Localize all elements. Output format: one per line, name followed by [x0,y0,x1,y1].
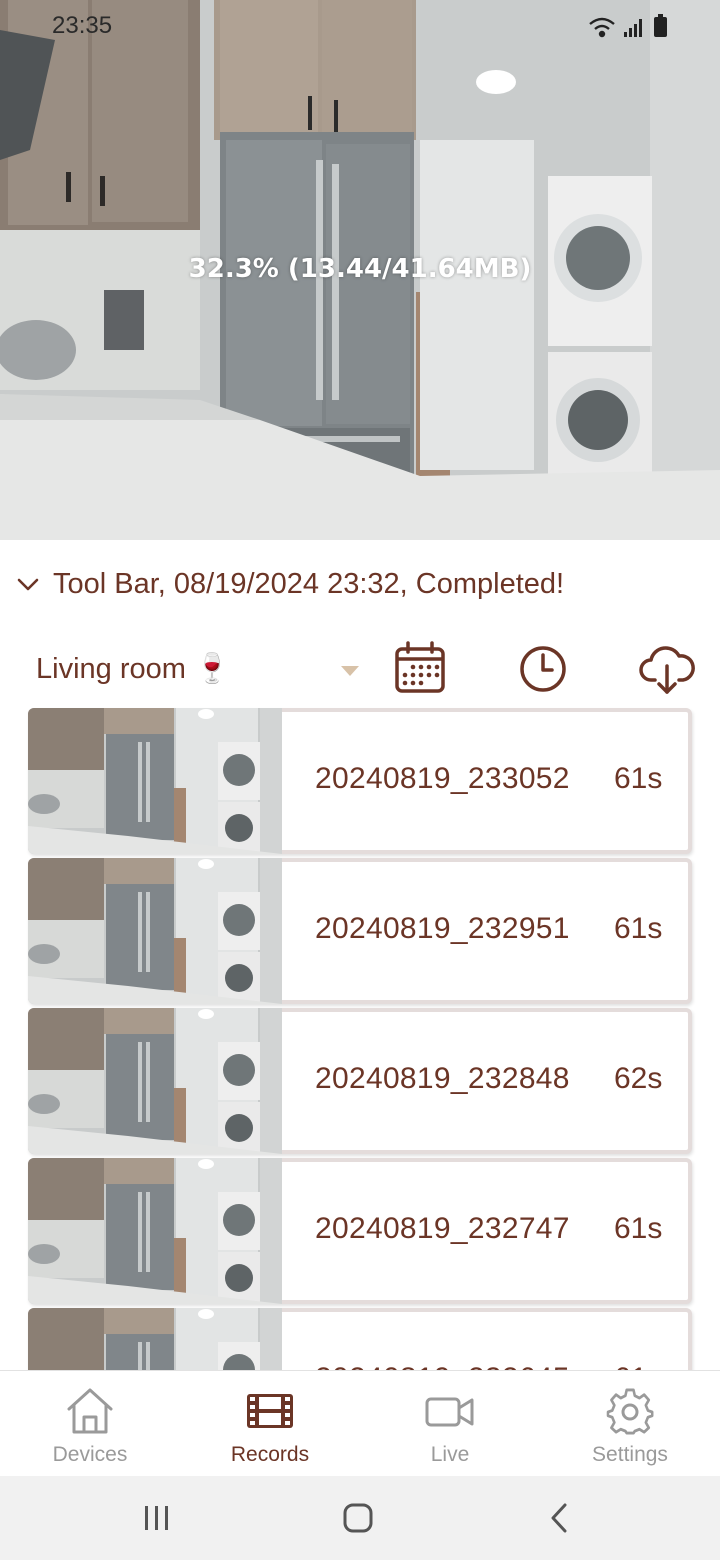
record-name: 20240819_232645 [315,1362,570,1370]
toolbar-header[interactable]: Tool Bar, 08/19/2024 23:32, Completed! [0,560,720,610]
record-item[interactable]: 20240819_232951 61s [28,858,692,1004]
signal-icon [624,19,642,37]
record-item[interactable]: 20240819_232848 62s [28,1008,692,1154]
camera-preview[interactable]: 23:35 32.3% (13.44/41.64MB) [0,0,720,540]
record-thumbnail [28,1158,282,1304]
record-thumbnail [28,1008,282,1154]
back-icon[interactable] [540,1498,580,1538]
record-name: 20240819_232747 [315,1212,570,1245]
record-duration: 61s [614,1212,663,1245]
nav-records[interactable]: Records [180,1371,360,1477]
chevron-down-icon[interactable] [16,572,40,596]
record-thumbnail [28,858,282,1004]
record-thumbnail [28,708,282,854]
record-item[interactable]: 20240819_232747 61s [28,1158,692,1304]
nav-records-label: Records [230,1443,310,1466]
battery-icon [654,14,667,37]
record-duration: 61s [614,912,663,945]
recent-apps-icon[interactable] [136,1498,176,1538]
status-bar: 23:35 [0,0,720,52]
bottom-nav: Devices Records Live Settings [0,1370,720,1476]
record-item[interactable]: 20240819_232645 61s [28,1308,692,1370]
record-duration: 61s [614,762,663,795]
nav-settings[interactable]: Settings [540,1371,720,1477]
record-duration: 62s [614,1062,663,1095]
record-thumbnail [28,1308,282,1370]
wifi-icon [589,17,615,38]
status-time: 23:35 [52,12,113,39]
device-dropdown[interactable]: Living room 🍷 [36,644,366,694]
nav-live-label: Live [430,1443,470,1466]
home-button-icon[interactable] [338,1498,378,1538]
record-list[interactable]: 20240819_233052 61s 20240819_232951 61s … [0,706,720,1370]
video-camera-icon [425,1397,474,1427]
film-icon [247,1394,293,1428]
record-duration: 61s [614,1362,662,1370]
calendar-icon[interactable] [392,640,450,696]
record-name: 20240819_232848 [315,1062,570,1095]
filter-row: Living room 🍷 [0,636,720,700]
dropdown-caret-icon [341,666,359,676]
toolbar-title: Tool Bar, 08/19/2024 23:32, Completed! [53,568,565,600]
record-name: 20240819_232951 [315,912,570,945]
nav-devices-label: Devices [52,1443,128,1466]
nav-settings-label: Settings [592,1443,668,1466]
download-progress-text: 32.3% (13.44/41.64MB) [188,254,532,284]
nav-devices[interactable]: Devices [0,1371,180,1477]
home-icon [67,1388,113,1434]
status-icons [589,14,667,38]
device-selected-label: Living room 🍷 [36,653,231,685]
clock-icon[interactable] [514,640,572,696]
system-navigation-bar [0,1476,720,1560]
record-name: 20240819_233052 [315,762,570,795]
nav-live[interactable]: Live [360,1371,540,1477]
record-item[interactable]: 20240819_233052 61s [28,708,692,854]
gear-icon [606,1388,654,1435]
cloud-download-icon[interactable] [638,640,696,696]
